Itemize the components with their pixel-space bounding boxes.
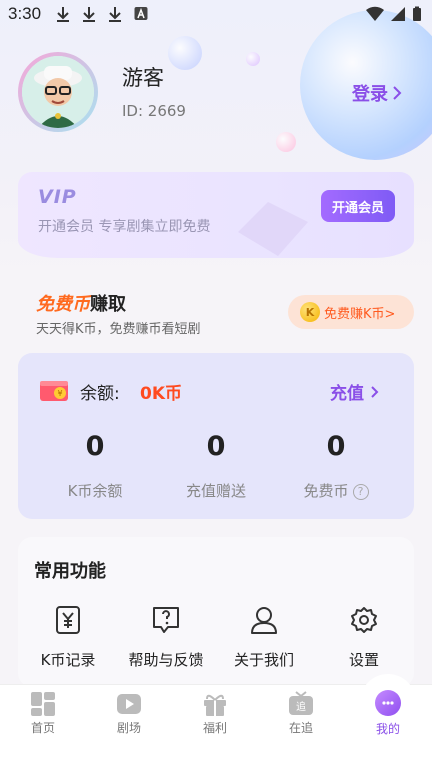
stat-value: 0 (206, 431, 226, 462)
stat-value: 0 (326, 431, 346, 462)
user-id: ID: 2669 (122, 102, 186, 120)
stat-label: K币余额 (67, 482, 123, 500)
tab-theater[interactable]: 剧场 (86, 685, 172, 745)
login-button[interactable]: 登录 (352, 80, 402, 106)
decorative-bubble (168, 36, 202, 70)
free-coin-subtitle: 天天得K币，免费赚币看短剧 (36, 322, 201, 337)
earn-free-coin-button[interactable]: K 免费赚K币> (288, 295, 414, 329)
chat-bubble-icon (375, 690, 401, 716)
stat-k-coin-balance[interactable]: 0 K币余额 (40, 431, 150, 501)
wifi-icon (366, 6, 384, 22)
free-coin-title: 免费币赚取 (36, 290, 126, 316)
tab-label: 福利 (202, 721, 227, 735)
signal-icon (391, 7, 405, 21)
tab-welfare[interactable]: 福利 (172, 685, 258, 745)
avatar[interactable] (18, 52, 98, 132)
status-time: 3:30 (8, 4, 42, 23)
stat-label: 充值赠送 (185, 482, 246, 500)
vip-decoration-icon (238, 202, 308, 256)
vip-logo: VIP (38, 186, 77, 208)
stat-label-wrap: 免费币? (281, 480, 391, 501)
function-help-feedback[interactable]: 帮助与反馈 (116, 605, 216, 670)
tab-mine[interactable]: 我的 (360, 674, 416, 754)
balance-card: ¥ 余额: 0K币 充值 0 K币余额 0 充值赠送 0 免费币? (18, 353, 414, 519)
decorative-bubble (246, 52, 260, 66)
free-coin-title-rest: 赚取 (90, 294, 126, 315)
k-coin-icon: K (300, 302, 320, 322)
stat-label: 免费币 (303, 482, 349, 500)
tab-following[interactable]: 追 在追 (258, 685, 344, 745)
tab-label: 我的 (375, 722, 400, 736)
earn-free-coin-label: 免费赚K币> (324, 306, 396, 322)
tv-icon: 追 (289, 691, 313, 715)
chat-dots-icon (382, 701, 394, 705)
function-label: 帮助与反馈 (128, 651, 204, 669)
stat-free-coin[interactable]: 0 免费币? (281, 431, 391, 501)
stat-value: 0 (85, 431, 105, 462)
avatar-character-icon (22, 56, 94, 128)
free-coin-section: 免费币赚取 天天得K币，免费赚币看短剧 K 免费赚K币> (0, 278, 432, 340)
function-label: 设置 (348, 651, 379, 669)
person-icon (251, 607, 277, 634)
yen-record-icon (56, 606, 80, 634)
stat-recharge-bonus[interactable]: 0 充值赠送 (161, 431, 271, 501)
login-label: 登录 (352, 84, 388, 105)
tab-label: 在追 (288, 721, 313, 735)
gift-icon (204, 694, 226, 716)
gear-icon (351, 607, 377, 633)
tab-label: 首页 (30, 721, 55, 735)
download-icon (109, 7, 121, 22)
tv-icon-text: 追 (296, 700, 306, 713)
recharge-label: 充值 (330, 384, 364, 404)
function-k-coin-record[interactable]: K币记录 (18, 605, 118, 670)
open-vip-button[interactable]: 开通会员 (321, 190, 395, 222)
tab-home[interactable]: 首页 (0, 685, 86, 745)
balance-label: 余额: (80, 384, 120, 404)
chevron-right-icon (371, 385, 379, 398)
username: 游客 (122, 66, 164, 90)
balance-value: 0K币 (140, 384, 183, 404)
common-functions-card: 常用功能 K币记录 帮助与反馈 关于我们 设置 (18, 537, 414, 687)
wallet-icon: ¥ (40, 381, 68, 401)
home-icon (31, 692, 55, 716)
function-settings[interactable]: 设置 (314, 605, 414, 670)
recharge-button[interactable]: 充值 (330, 379, 379, 404)
common-functions-title: 常用功能 (34, 561, 106, 582)
svg-text:¥: ¥ (57, 389, 62, 398)
help-feedback-icon (153, 607, 179, 633)
play-icon (117, 694, 141, 714)
function-label: K币记录 (40, 651, 96, 669)
vip-description: 开通会员 专享剧集立即免费 (38, 219, 211, 235)
download-icon (83, 7, 95, 22)
decorative-bubble (276, 132, 296, 152)
function-label: 关于我们 (233, 651, 294, 669)
status-bar: 3:30 (0, 0, 432, 30)
vip-card[interactable]: VIP 开通会员 专享剧集立即免费 开通会员 (18, 172, 414, 258)
font-a-icon (134, 7, 148, 20)
battery-icon (413, 6, 421, 21)
tab-label: 剧场 (116, 721, 141, 735)
function-about-us[interactable]: 关于我们 (214, 605, 314, 670)
chevron-right-icon (393, 86, 402, 100)
download-icon (57, 7, 69, 22)
free-coin-title-highlight: 免费币 (36, 294, 90, 315)
help-icon[interactable]: ? (352, 484, 369, 500)
